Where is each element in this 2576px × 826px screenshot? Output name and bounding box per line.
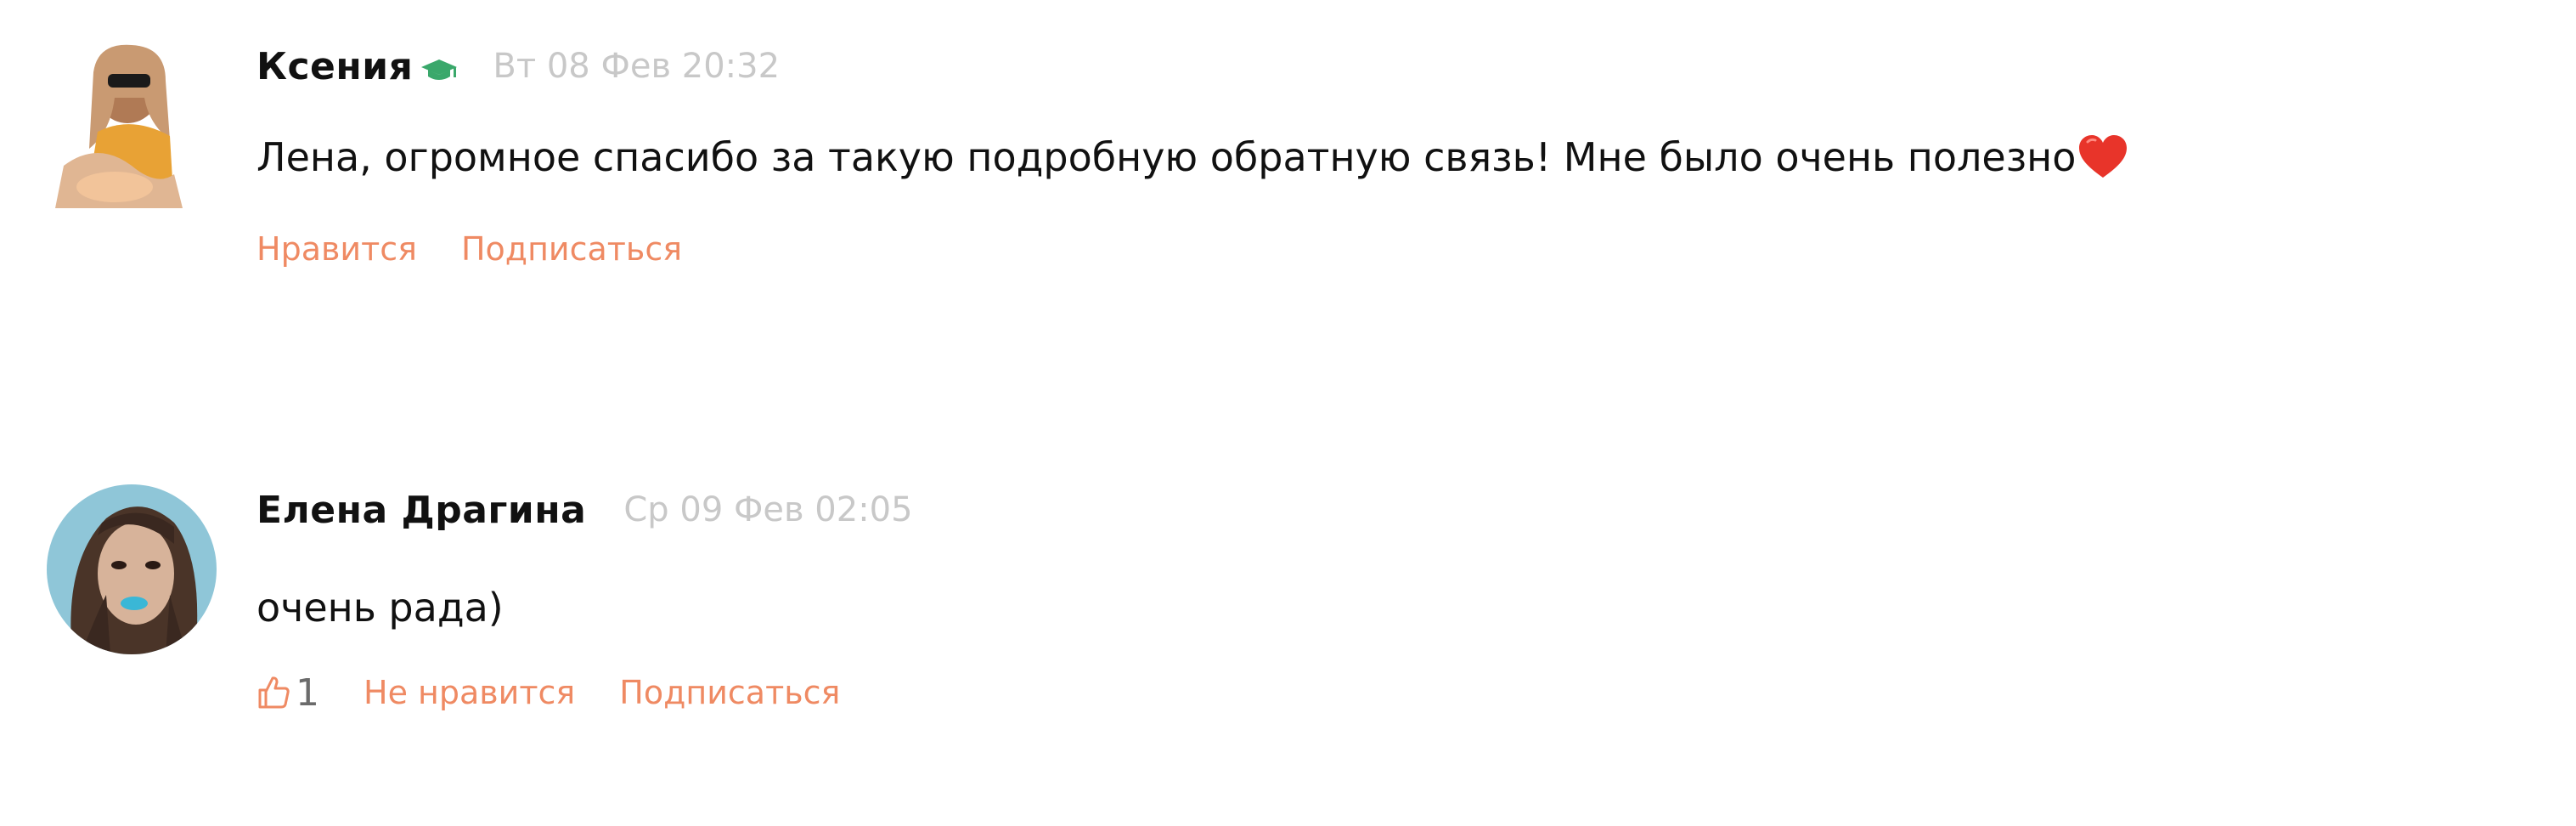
like-count: 1 [296,670,319,715]
comment-text-body: Лена, огромное спасибо за такую подробну… [256,134,2077,180]
subscribe-button[interactable]: Подписаться [461,230,682,268]
comment-actions: Нравится Подписаться [256,228,682,270]
unlike-button[interactable]: Не нравится [364,674,575,711]
avatar[interactable] [47,38,217,208]
comment-text: Лена, огромное спасибо за такую подробну… [256,127,2128,187]
comment-text-body: очень рада) [256,585,504,631]
like-counter[interactable]: 1 [256,671,319,715]
comment-meta: Елена Драгина Ср 09 Фев 02:05 [256,484,913,535]
avatar-image [47,38,217,208]
comment-actions: 1 Не нравится Подписаться [256,667,840,718]
like-button[interactable]: Нравится [256,230,417,268]
avatar[interactable] [47,484,217,654]
comment-date: Ср 09 Фев 02:05 [623,490,913,529]
comment-meta: Ксения Вт 08 Фев 20:32 [256,41,780,92]
comment-text: очень рада) [256,578,504,637]
comment-date: Вт 08 Фев 20:32 [493,47,781,86]
comment-thread: Ксения Вт 08 Фев 20:32 Лена, огромное сп… [0,0,2576,826]
graduation-cap-icon [420,58,459,83]
author-name[interactable]: Ксения [256,45,413,88]
thumbs-up-icon [256,675,290,710]
subscribe-button[interactable]: Подписаться [619,674,840,711]
avatar-image [47,484,217,654]
author-name[interactable]: Елена Драгина [256,489,586,532]
red-heart-icon [2077,133,2128,181]
